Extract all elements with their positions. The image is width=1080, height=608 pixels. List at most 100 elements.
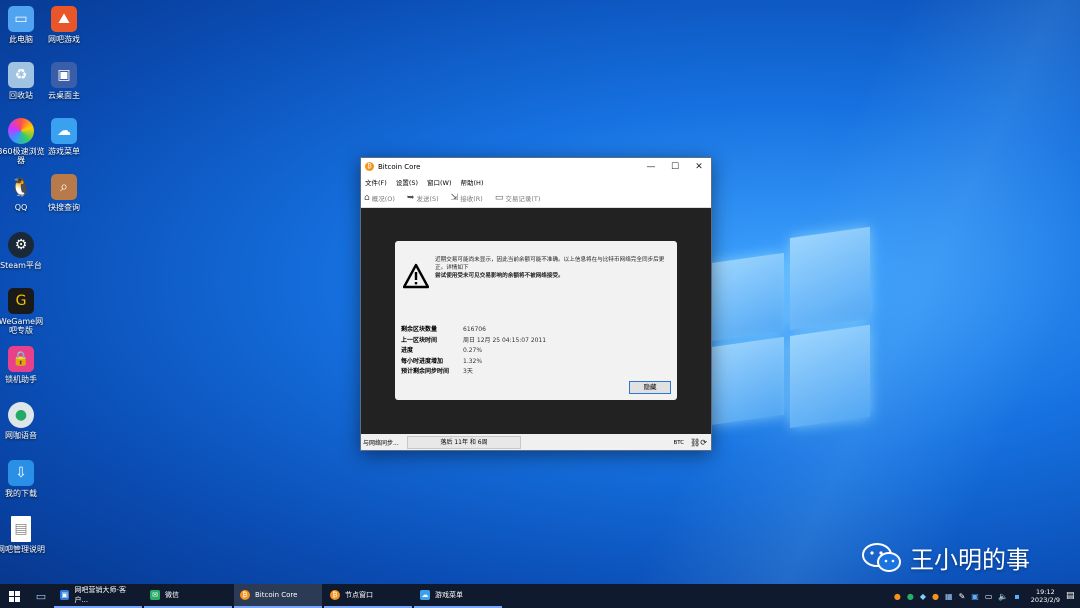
unit-label[interactable]: BTC (673, 440, 684, 446)
netbar-game-icon: ⛰ (51, 6, 77, 32)
desktop-icon-qq[interactable]: 🐧 QQ (0, 174, 45, 213)
modal-message-line1: 近期交易可能尚未显示，因此当前余额可能不准确。以上信息将在与比特币网络完全同步后… (435, 257, 665, 271)
tray-qq-icon[interactable]: ▪ (1014, 592, 1019, 601)
desktop-icon-lock-app[interactable]: 🔒 锁机助手 (0, 346, 45, 384)
toolbar: ⌂ 概况(O) ➥ 发送(S) ⇲ 接收(R) ▭ 交易记录(T) (361, 188, 711, 208)
tray-wechat-icon[interactable]: ● (907, 592, 914, 601)
window-titlebar[interactable]: ₿ Bitcoin Core — ☐ ✕ (361, 158, 711, 175)
desktop-icon-wegame[interactable]: G WeGame网吧专版 (0, 288, 45, 335)
taskbar-item-node-window[interactable]: ₿ 节点窗口 (324, 584, 412, 608)
hide-button[interactable]: 隐藏 (629, 381, 671, 394)
windows-start-icon (8, 590, 20, 602)
game-menu-icon: ☁ (51, 118, 77, 144)
notification-icon[interactable]: ▤ (1066, 591, 1080, 601)
taskbar-item-wechat[interactable]: ✉ 微信 (144, 584, 232, 608)
desktop-icon-download[interactable]: ⇩ 我的下载 (0, 460, 45, 498)
close-button[interactable]: ✕ (687, 158, 711, 175)
bitcoin-app-icon: ₿ (240, 590, 250, 600)
taskbar-item-game-menu[interactable]: ☁ 游戏菜单 (414, 584, 502, 608)
taskbar: ▭ ▣ 网吧营销大师-客户... ✉ 微信 ₿ Bitcoin Core ₿ 节… (0, 584, 1080, 608)
transactions-icon: ▭ (494, 192, 504, 203)
watermark: 王小明的事 (862, 540, 1030, 575)
marketing-app-icon: ▣ (60, 590, 70, 600)
task-view-button[interactable]: ▭ (28, 590, 54, 603)
menu-file[interactable]: 文件(F) (365, 177, 387, 187)
sync-status-text: 与网络同步... (363, 440, 399, 447)
steam-icon: ⚙ (8, 232, 34, 258)
taskbar-clock[interactable]: 19:12 2023/2/9 (1031, 588, 1060, 604)
tab-transactions[interactable]: ▭ 交易记录(T) (495, 193, 541, 203)
sync-progress-bar: 落后 11年 和 6周 (407, 436, 521, 449)
modal-overlay: 近期交易可能尚未显示，因此当前余额可能不准确。以上信息将在与比特币网络完全同步后… (361, 208, 711, 434)
windows-logo-wallpaper (710, 226, 870, 439)
qq-icon: 🐧 (9, 176, 33, 198)
document-icon: ▤ (11, 516, 31, 542)
bitcoin-core-window[interactable]: ₿ Bitcoin Core — ☐ ✕ 文件(F) 设置(S) 窗口(W) 帮… (360, 157, 712, 451)
minimize-button[interactable]: — (639, 158, 663, 175)
bitcoin-node-icon: ₿ (330, 590, 340, 600)
menu-window[interactable]: 窗口(W) (427, 177, 452, 187)
status-bar: 与网络同步... 落后 11年 和 6周 BTC ⛓⟳ (361, 435, 711, 450)
modal-message: 近期交易可能尚未显示，因此当前余额可能不准确。以上信息将在与比特币网络完全同步后… (435, 256, 671, 280)
sync-modal: 近期交易可能尚未显示，因此当前余额可能不准确。以上信息将在与比特币网络完全同步后… (395, 241, 677, 400)
window-title: Bitcoin Core (378, 162, 421, 171)
tab-overview[interactable]: ⌂ 概况(O) (364, 193, 395, 203)
download-icon: ⇩ (8, 460, 34, 486)
start-button[interactable] (0, 590, 28, 602)
volume-icon[interactable]: 🔈 (998, 592, 1008, 601)
tab-receive[interactable]: ⇲ 接收(R) (451, 193, 483, 203)
tab-send[interactable]: ➥ 发送(S) (407, 193, 439, 203)
stat-row: 剩余区块数量 616706 (401, 326, 486, 333)
recycle-bin-icon: ♻ (8, 62, 34, 88)
menu-bar: 文件(F) 设置(S) 窗口(W) 帮助(H) (361, 175, 711, 188)
taskbar-item-bitcoin-core[interactable]: ₿ Bitcoin Core (234, 584, 322, 608)
watermark-text: 王小明的事 (910, 546, 1030, 574)
wechat-app-icon: ✉ (150, 590, 160, 600)
system-tray: ● ● ◆ ● ▦ ✎ ▣ ▭ 🔈 ▪ 19:12 2023/2/9 ▤ (891, 588, 1080, 604)
desktop-icon-search-app[interactable]: ⌕ 快搜查询 (40, 174, 88, 212)
menu-settings[interactable]: 设置(S) (396, 177, 418, 187)
tray-cloud-icon[interactable]: ▣ (971, 592, 979, 601)
wechat-icon (862, 542, 901, 572)
search-app-icon: ⌕ (51, 174, 77, 200)
desktop-icon-360-browser[interactable]: 360极速浏览器 (0, 118, 45, 165)
task-view-icon: ▭ (35, 589, 47, 603)
tray-monitor-icon[interactable]: ▭ (985, 592, 993, 601)
desktop-icon-recycle-bin[interactable]: ♻ 回收站 (0, 62, 45, 100)
stat-row: 上一区块时间 周日 12月 25 04:15:07 2011 (401, 336, 547, 344)
send-arrow-icon: ➥ (406, 192, 415, 203)
computer-icon: ▭ (8, 6, 34, 32)
wegame-icon: G (8, 288, 34, 314)
network-sync-icon[interactable]: ⛓⟳ (690, 438, 707, 447)
maximize-button[interactable]: ☐ (663, 158, 687, 175)
modal-message-line2: 尝试使用受未可见交易影响的余额将不被网络接受。 (435, 273, 564, 279)
lock-app-icon: 🔒 (8, 346, 34, 372)
game-menu-app-icon: ☁ (420, 590, 430, 600)
home-icon: ⌂ (364, 192, 370, 203)
receive-icon: ⇲ (450, 192, 459, 203)
desktop-icon-document[interactable]: ▤ 网吧管理说明 (0, 516, 45, 554)
taskbar-item-marketing[interactable]: ▣ 网吧营销大师-客户... (54, 584, 142, 608)
360-browser-icon (8, 118, 34, 144)
bitcoin-icon: ₿ (365, 162, 374, 171)
tray-app-icon[interactable]: ◆ (920, 592, 926, 601)
cloud-desktop-icon: ▣ (51, 62, 77, 88)
desktop-icon-cloud-desktop[interactable]: ▣ 云桌面主 (40, 62, 88, 100)
tray-node-icon[interactable]: ● (932, 592, 939, 601)
desktop-icon-computer[interactable]: ▭ 此电脑 (0, 6, 45, 44)
warning-icon (403, 263, 429, 289)
desktop-icon-game-menu[interactable]: ☁ 游戏菜单 (40, 118, 88, 156)
tray-pen-icon[interactable]: ✎ (959, 592, 966, 601)
stat-row: 预计剩余同步时间 3天 (401, 368, 473, 375)
menu-help[interactable]: 帮助(H) (461, 177, 484, 187)
desktop-icon-netbar-game[interactable]: ⛰ 网吧游戏 (40, 6, 88, 44)
voice-icon: ● (8, 402, 34, 428)
clock-time: 19:12 (1036, 588, 1055, 596)
tray-network-icon[interactable]: ▦ (945, 592, 953, 601)
clock-date: 2023/2/9 (1030, 596, 1060, 604)
desktop-icon-steam[interactable]: ⚙ Steam平台 (0, 232, 45, 270)
tray-bitcoin-icon[interactable]: ● (894, 592, 901, 601)
stat-row: 进度 0.27% (401, 347, 483, 354)
desktop-icon-voice[interactable]: ● 网咖语音 (0, 402, 45, 440)
sync-stats: 剩余区块数量 616706 上一区块时间 周日 12月 25 04:15:07 20… (401, 325, 546, 378)
